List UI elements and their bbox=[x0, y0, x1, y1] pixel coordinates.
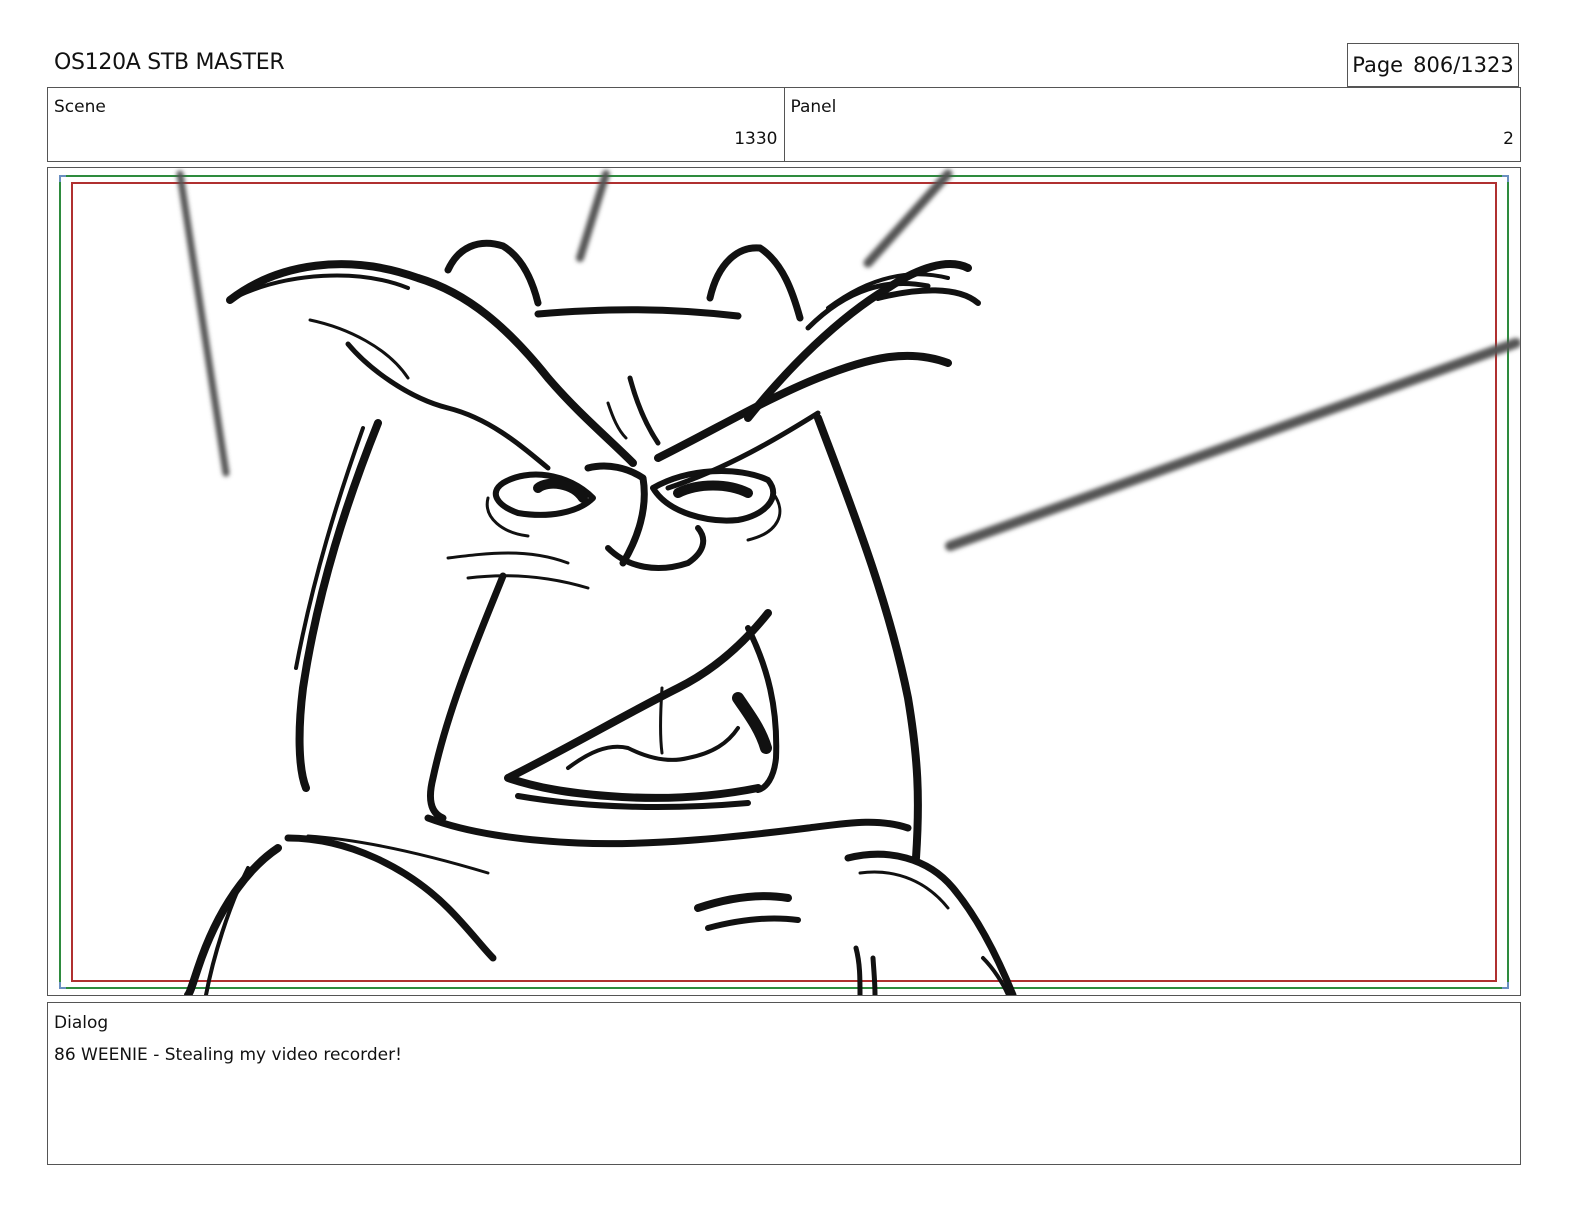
corner-marks bbox=[59, 175, 1509, 989]
character-sketch bbox=[184, 239, 1017, 995]
page-number: 806/1323 bbox=[1413, 53, 1514, 77]
title-safe-guide bbox=[71, 182, 1497, 982]
dialog-box: Dialog 86 WEENIE - Stealing my video rec… bbox=[47, 1002, 1521, 1165]
scene-label: Scene bbox=[54, 97, 106, 117]
page-label: Page bbox=[1352, 53, 1404, 77]
dialog-text: 86 WEENIE - Stealing my video recorder! bbox=[54, 1045, 402, 1065]
panel-label: Panel bbox=[790, 97, 837, 117]
storyboard-frame bbox=[47, 167, 1521, 996]
storyboard-sketch bbox=[59, 169, 1520, 995]
document-title: OS120A STB MASTER bbox=[54, 50, 285, 75]
action-safe-guide bbox=[59, 175, 1509, 989]
page-indicator: Page 806/1323 bbox=[1347, 43, 1519, 87]
panel-cell: Panel 2 bbox=[783, 88, 1521, 161]
scene-panel-row: Scene 1330 Panel 2 bbox=[47, 87, 1521, 162]
panel-number: 2 bbox=[1503, 129, 1514, 149]
dialog-label: Dialog bbox=[54, 1013, 109, 1033]
scene-cell: Scene 1330 bbox=[48, 88, 784, 161]
scene-number: 1330 bbox=[734, 129, 778, 149]
